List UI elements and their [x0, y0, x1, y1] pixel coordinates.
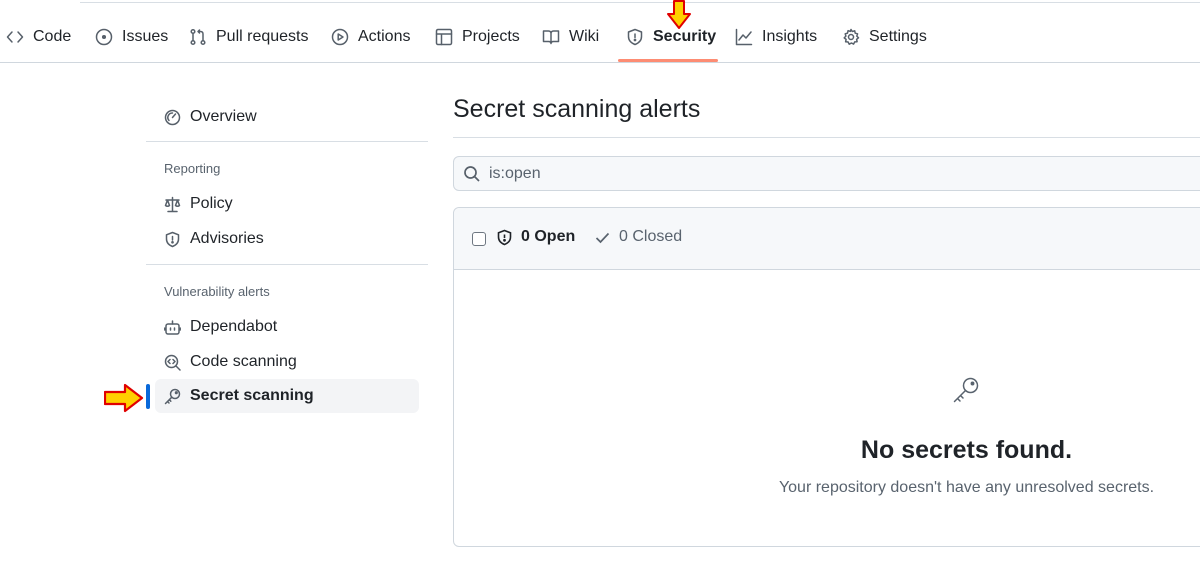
filter-closed[interactable]: 0 Closed	[594, 228, 682, 246]
sidebar-item-dependabot[interactable]: Dependabot	[155, 310, 419, 344]
code-icon	[6, 31, 24, 43]
sidebar-item-advisories[interactable]: Advisories	[155, 222, 419, 256]
repo-nav: Code Issues Pull requests Actions Projec…	[0, 0, 1200, 63]
tab-code[interactable]: Code	[6, 22, 71, 52]
tab-issues-label: Issues	[122, 28, 169, 45]
sidebar-divider	[146, 264, 428, 265]
tab-settings[interactable]: Settings	[842, 22, 927, 52]
key-icon	[164, 388, 181, 404]
filter-open[interactable]: 0 Open	[496, 228, 575, 246]
dependabot-icon	[164, 319, 181, 335]
tab-issues[interactable]: Issues	[95, 22, 168, 52]
tab-settings-label: Settings	[869, 28, 927, 45]
check-icon	[595, 232, 610, 243]
active-tab-underline	[618, 59, 718, 62]
sidebar-heading-vulnerability-alerts: Vulnerability alerts	[164, 284, 270, 299]
tab-security-label: Security	[653, 28, 717, 45]
header-edge	[80, 0, 1200, 3]
page-title: Secret scanning alerts	[453, 95, 701, 123]
sidebar-item-code-scanning-label: Code scanning	[190, 353, 297, 370]
sidebar-item-secret-scanning[interactable]: Secret scanning	[155, 379, 419, 413]
tab-insights[interactable]: Insights	[735, 22, 817, 52]
git-pull-request-icon	[190, 28, 206, 46]
tab-projects[interactable]: Projects	[435, 22, 520, 52]
tab-actions[interactable]: Actions	[331, 22, 410, 52]
shield-icon	[497, 229, 512, 245]
selected-indicator	[146, 384, 150, 409]
shield-icon	[165, 231, 180, 247]
sidebar-item-advisories-label: Advisories	[190, 230, 264, 247]
gear-icon	[843, 28, 860, 45]
sidebar-item-dependabot-label: Dependabot	[190, 318, 278, 335]
alerts-panel-header: 0 Open 0 Closed	[454, 208, 1200, 270]
empty-state-description: Your repository doesn't have any unresol…	[778, 479, 1155, 496]
title-divider	[453, 137, 1200, 138]
search-icon	[464, 165, 480, 182]
filter-closed-label: 0 Closed	[619, 228, 683, 245]
tab-actions-label: Actions	[358, 28, 411, 45]
table-icon	[435, 28, 453, 46]
sidebar-item-code-scanning[interactable]: Code scanning	[155, 345, 419, 379]
search-box[interactable]	[453, 156, 1200, 191]
play-icon	[331, 28, 349, 46]
law-icon	[164, 196, 181, 212]
meter-icon	[164, 109, 181, 125]
tab-projects-label: Projects	[462, 28, 520, 45]
annotation-arrow-down-icon	[667, 0, 691, 29]
graph-icon	[735, 28, 753, 46]
sidebar-item-policy[interactable]: Policy	[155, 187, 419, 221]
select-all-checkbox[interactable]	[472, 232, 486, 246]
codescan-icon	[164, 354, 181, 371]
tab-pull-requests-label: Pull requests	[216, 28, 309, 45]
sidebar-divider	[146, 141, 428, 142]
sidebar-item-overview-label: Overview	[190, 108, 257, 125]
tab-pull-requests[interactable]: Pull requests	[189, 22, 309, 52]
filter-open-label: 0 Open	[521, 228, 576, 245]
tab-wiki-label: Wiki	[569, 28, 600, 45]
sidebar-item-secret-scanning-label: Secret scanning	[190, 387, 314, 404]
sidebar-item-policy-label: Policy	[190, 195, 233, 212]
book-icon	[542, 30, 560, 45]
annotation-arrow-right-icon	[104, 383, 144, 413]
tab-wiki[interactable]: Wiki	[542, 22, 599, 52]
empty-state-title: No secrets found.	[860, 436, 1073, 464]
tab-code-label: Code	[33, 28, 72, 45]
issue-opened-icon	[95, 28, 113, 46]
sidebar-item-overview[interactable]: Overview	[155, 100, 419, 134]
search-input[interactable]	[489, 164, 1089, 183]
shield-icon	[627, 28, 643, 46]
sidebar-heading-reporting: Reporting	[164, 161, 221, 176]
alerts-panel: 0 Open 0 Closed No secrets found. Your r…	[453, 207, 1200, 547]
tab-insights-label: Insights	[762, 28, 818, 45]
key-icon	[951, 375, 981, 405]
